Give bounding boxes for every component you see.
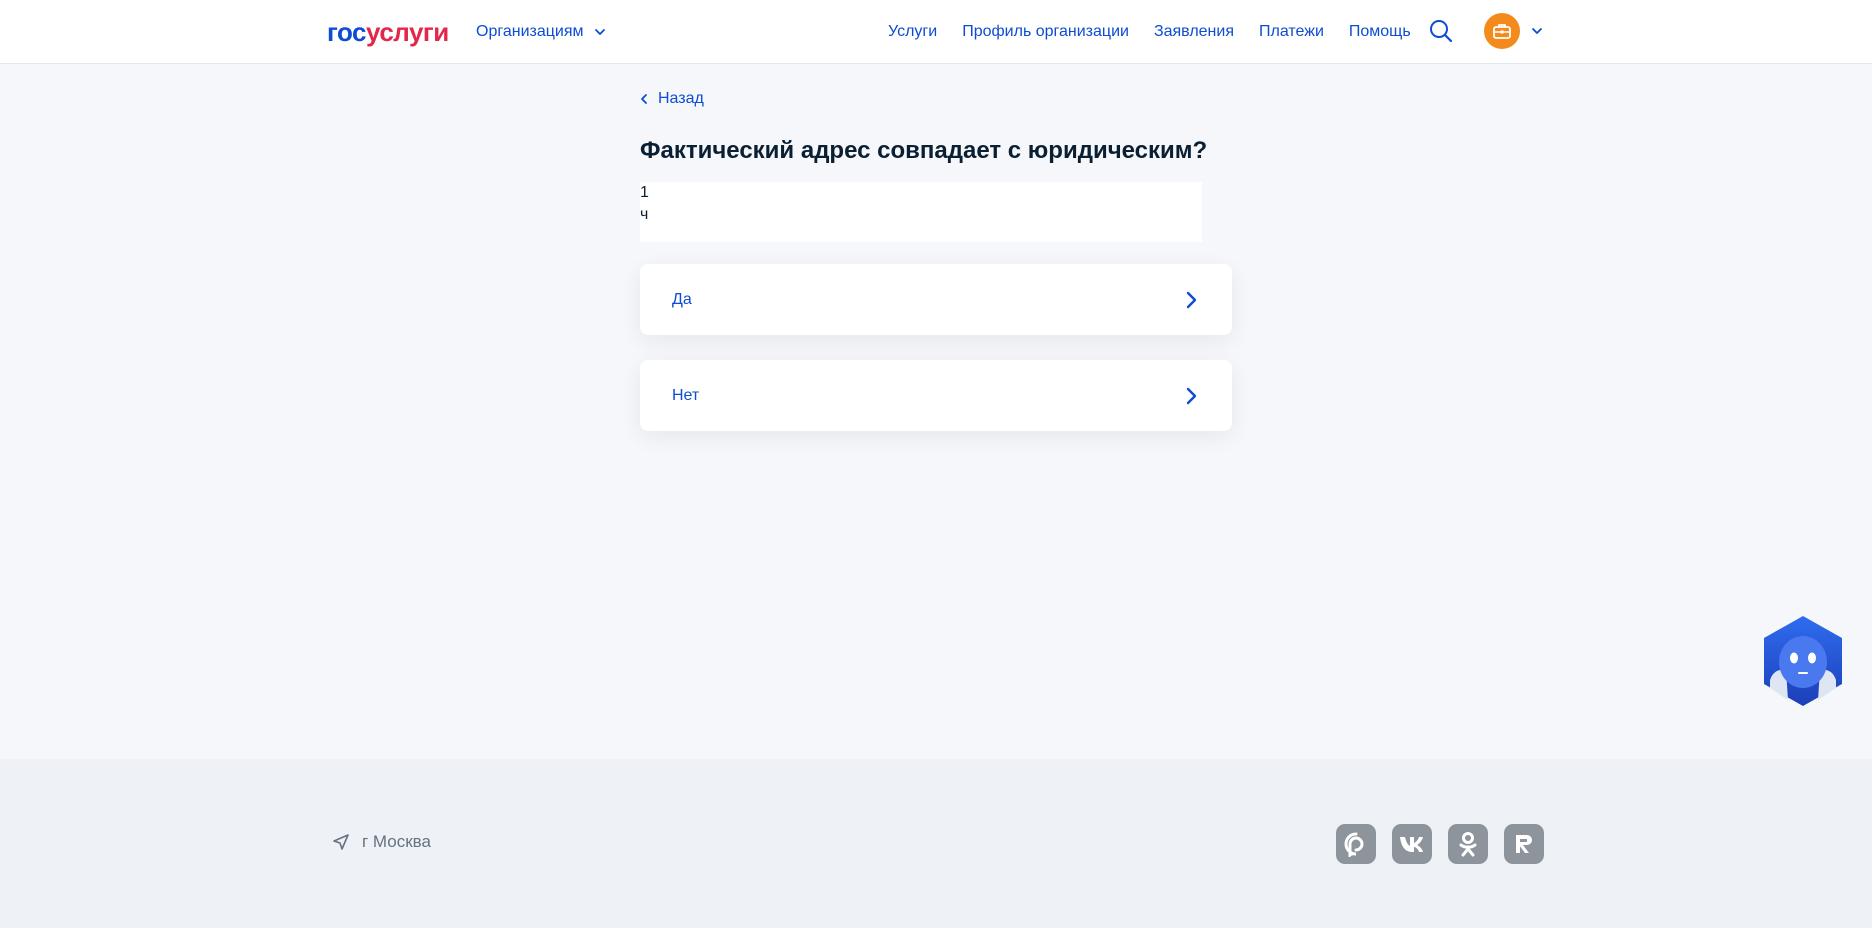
top-header: госуслуги Организациям Услуги Профиль ор…	[0, 0, 1872, 64]
nav-item-applications[interactable]: Заявления	[1154, 20, 1234, 44]
location-arrow-icon	[333, 834, 349, 850]
hint-line: ч	[640, 206, 649, 223]
audience-menu[interactable]: Организациям	[476, 20, 606, 44]
hint-text: 1 ч	[640, 182, 1202, 242]
logo-part-gos: гос	[327, 17, 367, 47]
main-nav: Услуги Профиль организации Заявления Пла…	[888, 20, 1411, 44]
social-ok[interactable]	[1448, 824, 1488, 864]
nav-item-help[interactable]: Помощь	[1349, 20, 1411, 44]
vk-icon	[1400, 837, 1423, 852]
option-yes[interactable]: Да	[640, 264, 1232, 335]
max-icon	[1344, 832, 1364, 857]
option-no[interactable]: Нет	[640, 360, 1232, 431]
back-link[interactable]: Назад	[640, 88, 704, 110]
social-rutube[interactable]	[1504, 824, 1544, 864]
city-selector[interactable]: г Москва	[332, 830, 431, 854]
city-label: г Москва	[362, 832, 431, 851]
chevron-right-icon	[1186, 387, 1197, 404]
audience-menu-label: Организациям	[476, 23, 584, 40]
ok-icon	[1459, 832, 1477, 857]
gosuslugi-logo[interactable]: госуслуги	[327, 15, 449, 49]
search-icon[interactable]	[1428, 18, 1454, 44]
user-avatar[interactable]	[1484, 13, 1520, 49]
back-label: Назад	[658, 90, 704, 107]
nav-item-org-profile[interactable]: Профиль организации	[962, 20, 1129, 44]
option-label: Да	[672, 290, 692, 308]
chevron-down-icon	[594, 29, 605, 35]
rutube-icon	[1516, 835, 1532, 853]
logo-part-uslugi: услуги	[366, 17, 449, 47]
chevron-right-icon	[1186, 291, 1197, 308]
chevron-left-icon	[641, 94, 647, 104]
robot-assistant-icon[interactable]	[1760, 614, 1846, 708]
chevron-down-icon[interactable]	[1530, 24, 1544, 38]
nav-item-payments[interactable]: Платежи	[1259, 20, 1324, 44]
briefcase-icon	[1493, 24, 1511, 39]
social-links	[1336, 824, 1544, 864]
page-title: Фактический адрес совпадает с юридически…	[640, 137, 1208, 164]
hint-line: 1	[640, 184, 649, 201]
footer: г Москва	[0, 759, 1872, 928]
social-vk[interactable]	[1392, 824, 1432, 864]
option-label: Нет	[672, 386, 700, 404]
social-max[interactable]	[1336, 824, 1376, 864]
nav-item-services[interactable]: Услуги	[888, 20, 937, 44]
